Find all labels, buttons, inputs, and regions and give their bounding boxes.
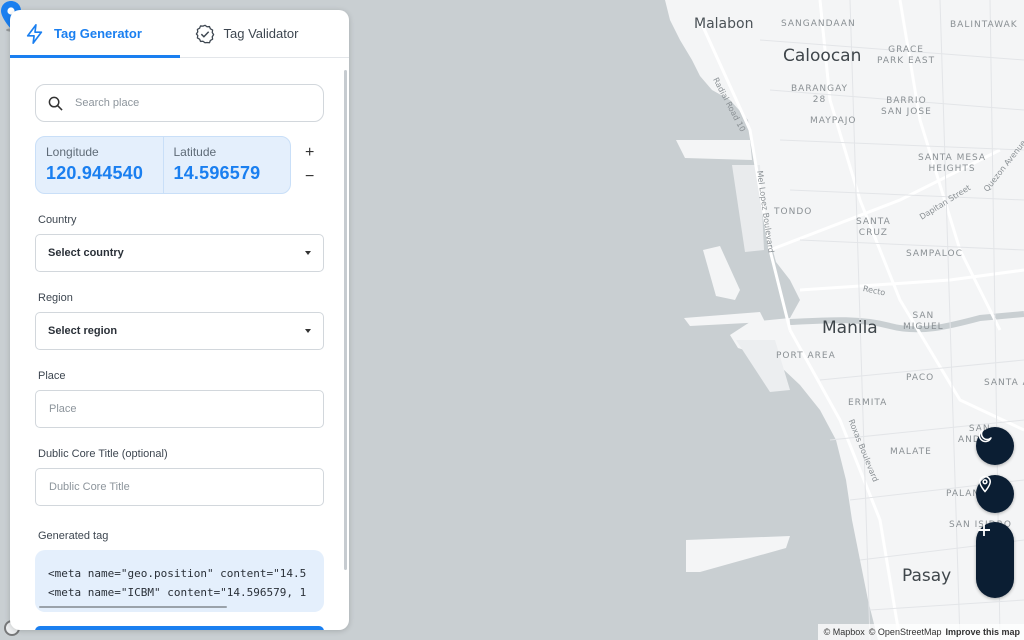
generated-tag-line-icbm: <meta name="ICBM" content="14.596579, 1 <box>48 586 307 599</box>
dc-title-input[interactable] <box>49 481 310 493</box>
map-label-santa-mesa-heights-line1: SANTA MESA <box>918 153 987 163</box>
map-label-grace-park-east-line1: GRACE <box>888 45 924 55</box>
map-label-barrio-san-jose-line1: BARRIO <box>886 96 927 106</box>
bolt-icon <box>26 23 43 44</box>
map-label-santa-cruz-line2: CRUZ <box>858 228 888 238</box>
map-label-malate: MALATE <box>890 447 932 457</box>
tab-tag-validator[interactable]: Tag Validator <box>180 10 350 57</box>
map-label-barrio-san-jose-line2: SAN JOSE <box>881 107 932 117</box>
longitude-label: Longitude <box>46 145 99 159</box>
map-label-manila: Manila <box>822 318 878 338</box>
map-label-santa-mesa-heights: SANTA MESA HEIGHTS <box>918 153 986 175</box>
map-label-santa-cruz: SANTA CRUZ <box>856 217 891 239</box>
map-label-barangay-28: BARANGAY 28 <box>791 84 848 106</box>
place-label: Place <box>38 370 66 382</box>
dark-mode-button[interactable] <box>976 427 1014 465</box>
search-box <box>35 84 324 122</box>
search-icon <box>48 96 63 111</box>
generated-tag-label: Generated tag <box>38 530 109 542</box>
map-label-malabon: Malabon <box>694 16 754 32</box>
map-label-sangandaan: SANGANDAAN <box>781 19 856 29</box>
map-attribution: © Mapbox © OpenStreetMap Improve this ma… <box>817 624 1024 640</box>
copy-tag-button[interactable] <box>35 626 324 630</box>
place-field <box>35 390 324 428</box>
attribution-osm-link[interactable]: © OpenStreetMap <box>869 627 942 637</box>
moon-icon <box>978 429 992 443</box>
region-label: Region <box>38 292 73 304</box>
locate-me-button[interactable] <box>976 475 1014 513</box>
panel-body: Longitude 120.944540 Latitude 14.596579 … <box>10 59 349 630</box>
check-circle-icon <box>195 24 214 43</box>
tab-tag-generator[interactable]: Tag Generator <box>10 10 180 58</box>
map-label-grace-park-east-line2: PARK EAST <box>877 56 936 66</box>
longitude-field[interactable]: Longitude 120.944540 <box>36 137 163 193</box>
region-select[interactable]: Select region <box>35 312 324 350</box>
dc-title-label: Dublic Core Title (optional) <box>38 448 168 460</box>
map-label-barangay-28-line2: 28 <box>812 95 827 105</box>
map-label-maypajo: MAYPAJO <box>810 116 857 126</box>
generated-tag-code[interactable]: <meta name="geo.position" content="14.5 … <box>35 550 324 612</box>
map-label-grace-park-east: GRACE PARK EAST <box>877 45 935 67</box>
search-input[interactable] <box>75 97 295 109</box>
map-label-san-miguel-line2: MIGUEL <box>903 322 944 332</box>
tag-panel: Tag Generator Tag Validator Longitude 12… <box>10 10 349 630</box>
map-label-paco: PACO <box>906 373 935 383</box>
coordinates-box: Longitude 120.944540 Latitude 14.596579 <box>35 136 291 194</box>
zoom-in-button[interactable]: + <box>305 144 314 162</box>
caret-down-icon <box>305 329 311 333</box>
latitude-field[interactable]: Latitude 14.596579 <box>162 137 291 193</box>
map-zoom-out-button[interactable] <box>976 529 1014 598</box>
map-label-caloocan: Caloocan <box>783 46 862 66</box>
country-label: Country <box>38 214 77 226</box>
map-label-san-miguel-line1: SAN <box>912 311 935 321</box>
map-label-ermita: ERMITA <box>848 398 888 408</box>
tab-tag-validator-label: Tag Validator <box>223 26 299 41</box>
map-label-balintawak: BALINTAWAK <box>950 20 1018 30</box>
map-label-pasay: Pasay <box>902 566 952 586</box>
country-select-value: Select country <box>48 247 124 259</box>
map-label-barangay-28-line1: BARANGAY <box>791 84 849 94</box>
latitude-value: 14.596579 <box>173 163 261 183</box>
map-label-san-miguel: SAN MIGUEL <box>903 311 944 333</box>
tab-bar: Tag Generator Tag Validator <box>10 10 349 58</box>
attribution-mapbox-link[interactable]: © Mapbox <box>824 627 865 637</box>
location-pin-icon <box>978 475 992 493</box>
latitude-label: Latitude <box>173 145 217 159</box>
minus-icon <box>978 529 990 531</box>
map-label-tondo: TONDO <box>774 207 813 217</box>
map-label-port-area: PORT AREA <box>776 351 836 361</box>
code-horizontal-scrollbar[interactable] <box>39 606 227 608</box>
map-label-sampaloc: SAMPALOC <box>906 249 963 259</box>
place-input[interactable] <box>49 403 310 415</box>
map-label-barrio-san-jose: BARRIO SAN JOSE <box>881 96 932 118</box>
coordinates-row: Longitude 120.944540 Latitude 14.596579 … <box>35 136 324 194</box>
longitude-value: 120.944540 <box>46 163 144 183</box>
generated-tag-line-geo-position: <meta name="geo.position" content="14.5 <box>48 567 307 580</box>
zoom-out-button[interactable]: − <box>305 168 314 186</box>
tab-tag-generator-label: Tag Generator <box>54 26 142 41</box>
improve-map-link[interactable]: Improve this map <box>945 627 1020 637</box>
map-zoom-controls <box>976 522 1014 598</box>
country-select[interactable]: Select country <box>35 234 324 272</box>
coordinate-zoom: + − <box>305 144 314 186</box>
dc-title-field <box>35 468 324 506</box>
caret-down-icon <box>305 251 311 255</box>
region-select-value: Select region <box>48 325 118 337</box>
map-label-santa-cruz-line1: SANTA <box>856 217 891 227</box>
map-label-santa-ana: SANTA AN <box>984 378 1024 388</box>
map-label-santa-mesa-heights-line2: HEIGHTS <box>928 164 976 174</box>
